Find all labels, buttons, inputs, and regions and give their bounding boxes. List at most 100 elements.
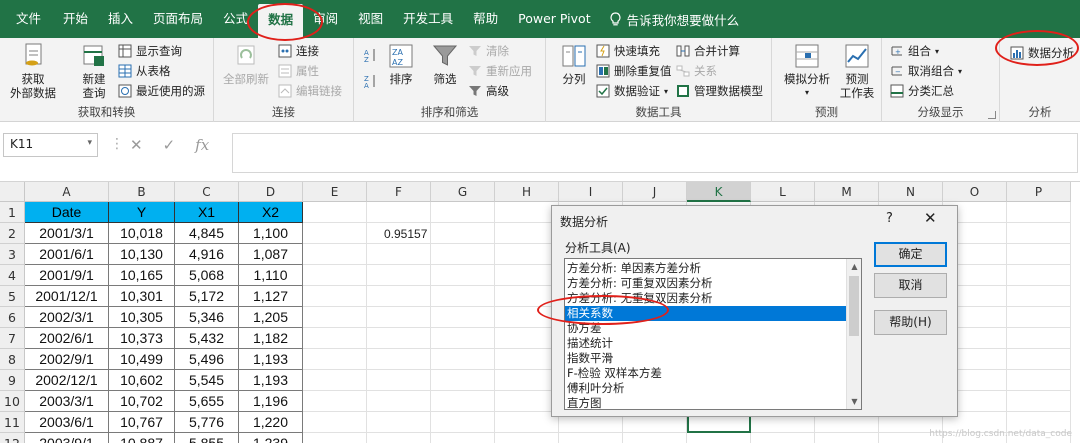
table-cell[interactable]: 10,602: [109, 370, 175, 391]
text-to-columns-button[interactable]: 分列: [554, 42, 594, 86]
cell[interactable]: [431, 223, 495, 244]
table-cell[interactable]: 4,916: [175, 244, 239, 265]
cell[interactable]: [495, 328, 559, 349]
confirm-icon[interactable]: ✓: [163, 136, 176, 154]
table-cell[interactable]: 1,239: [239, 433, 303, 443]
cell[interactable]: [431, 286, 495, 307]
tab-insert[interactable]: 插入: [98, 0, 143, 38]
row-header-10[interactable]: 10: [0, 391, 25, 412]
table-cell[interactable]: 1,193: [239, 349, 303, 370]
cell[interactable]: [303, 433, 367, 443]
table-cell[interactable]: 2001/6/1: [25, 244, 109, 265]
table-cell[interactable]: 2002/9/1: [25, 349, 109, 370]
table-cell[interactable]: 2001/9/1: [25, 265, 109, 286]
cell[interactable]: [367, 349, 431, 370]
cell[interactable]: [495, 244, 559, 265]
cell[interactable]: [815, 433, 879, 443]
what-if-analysis-button[interactable]: 模拟分析 ▾: [780, 42, 834, 100]
column-header-p[interactable]: P: [1007, 182, 1071, 202]
cell[interactable]: [303, 265, 367, 286]
table-cell[interactable]: 1,110: [239, 265, 303, 286]
analysis-tool-item[interactable]: 方差分析: 可重复双因素分析: [565, 276, 861, 291]
table-cell[interactable]: 5,655: [175, 391, 239, 412]
cell[interactable]: [303, 223, 367, 244]
cell[interactable]: [367, 202, 431, 223]
column-header-f[interactable]: F: [367, 182, 431, 202]
table-cell[interactable]: 1,087: [239, 244, 303, 265]
table-cell[interactable]: 2003/3/1: [25, 391, 109, 412]
analysis-tool-item[interactable]: 协方差: [565, 321, 861, 336]
table-cell[interactable]: 10,373: [109, 328, 175, 349]
cell[interactable]: [431, 433, 495, 443]
cell[interactable]: [367, 370, 431, 391]
tab-formulas[interactable]: 公式: [213, 0, 258, 38]
row-header-7[interactable]: 7: [0, 328, 25, 349]
row-header-11[interactable]: 11: [0, 412, 25, 433]
recent-sources-button[interactable]: 最近使用的源: [118, 82, 205, 100]
help-icon[interactable]: ?: [886, 211, 893, 226]
cell[interactable]: [495, 223, 559, 244]
get-external-data-button[interactable]: 获取 外部数据: [6, 42, 60, 100]
row-header-1[interactable]: 1: [0, 202, 25, 223]
new-query-button[interactable]: 新建 查询: [72, 42, 116, 100]
row-header-8[interactable]: 8: [0, 349, 25, 370]
cell-f2[interactable]: 0.95157: [384, 227, 427, 241]
row-header-3[interactable]: 3: [0, 244, 25, 265]
cell[interactable]: [495, 265, 559, 286]
analysis-tool-item[interactable]: 描述统计: [565, 336, 861, 351]
cell[interactable]: [623, 433, 687, 443]
cell[interactable]: [495, 202, 559, 223]
table-cell[interactable]: 10,130: [109, 244, 175, 265]
cell[interactable]: [495, 433, 559, 443]
cell[interactable]: [303, 391, 367, 412]
cell[interactable]: [431, 265, 495, 286]
column-header-d[interactable]: D: [239, 182, 303, 202]
cell[interactable]: [1007, 223, 1071, 244]
table-header-cell[interactable]: X2: [239, 202, 303, 223]
sort-desc-button[interactable]: ZA: [364, 72, 378, 90]
table-cell[interactable]: 10,305: [109, 307, 175, 328]
column-header-k[interactable]: K: [687, 182, 751, 202]
tab-view[interactable]: 视图: [348, 0, 393, 38]
table-cell[interactable]: 2002/6/1: [25, 328, 109, 349]
cell[interactable]: [367, 412, 431, 433]
analysis-tool-item[interactable]: 傅利叶分析: [565, 381, 861, 396]
cell[interactable]: [303, 349, 367, 370]
table-cell[interactable]: 2003/9/1: [25, 433, 109, 443]
cell[interactable]: [367, 433, 431, 443]
cell[interactable]: [687, 433, 751, 443]
table-cell[interactable]: 10,018: [109, 223, 175, 244]
filter-button[interactable]: 筛选: [428, 42, 462, 86]
table-cell[interactable]: 1,220: [239, 412, 303, 433]
remove-duplicates-button[interactable]: 删除重复值: [596, 62, 672, 80]
tab-help[interactable]: 帮助: [463, 0, 508, 38]
table-header-cell[interactable]: Y: [109, 202, 175, 223]
cell[interactable]: [431, 391, 495, 412]
row-header-6[interactable]: 6: [0, 307, 25, 328]
table-header-cell[interactable]: Date: [25, 202, 109, 223]
column-header-g[interactable]: G: [431, 182, 495, 202]
cell[interactable]: [367, 307, 431, 328]
flash-fill-button[interactable]: 快速填充: [596, 42, 660, 60]
cell[interactable]: [495, 370, 559, 391]
cell[interactable]: [431, 328, 495, 349]
table-cell[interactable]: 1,127: [239, 286, 303, 307]
manage-data-model-button[interactable]: 管理数据模型: [676, 82, 763, 100]
table-cell[interactable]: 1,205: [239, 307, 303, 328]
table-header-cell[interactable]: X1: [175, 202, 239, 223]
table-cell[interactable]: 10,887: [109, 433, 175, 443]
close-icon[interactable]: ✕: [924, 209, 937, 227]
cell[interactable]: [495, 307, 559, 328]
edit-links-button[interactable]: 编辑链接: [278, 82, 342, 100]
ok-button[interactable]: 确定: [874, 242, 947, 267]
table-cell[interactable]: 5,068: [175, 265, 239, 286]
column-header-n[interactable]: N: [879, 182, 943, 202]
tab-review[interactable]: 审阅: [303, 0, 348, 38]
cell[interactable]: [495, 412, 559, 433]
table-cell[interactable]: 2001/12/1: [25, 286, 109, 307]
row-header-12[interactable]: 12: [0, 433, 25, 443]
forecast-sheet-button[interactable]: 预测 工作表: [836, 42, 878, 100]
insert-function-icon[interactable]: fx: [195, 136, 209, 154]
cell[interactable]: [431, 349, 495, 370]
row-header-9[interactable]: 9: [0, 370, 25, 391]
